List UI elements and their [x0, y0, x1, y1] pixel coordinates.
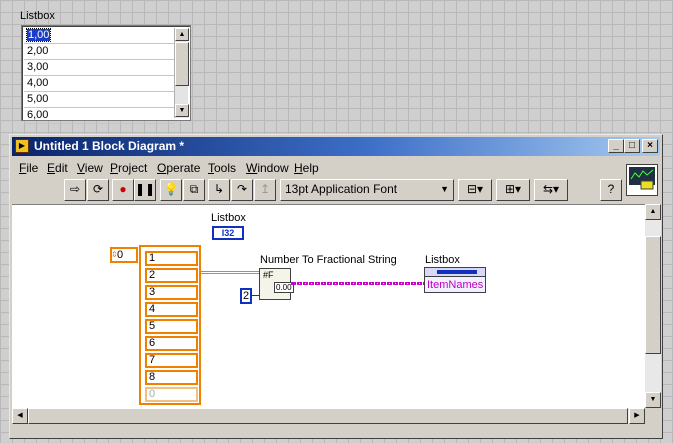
- step-into-icon[interactable]: ↳: [208, 179, 230, 201]
- array-element[interactable]: 8: [145, 370, 198, 385]
- format-icon: #F: [263, 270, 274, 280]
- scroll-down-arrow-icon[interactable]: ▼: [175, 104, 189, 117]
- listbox-item[interactable]: 3,00: [24, 60, 174, 76]
- scroll-thumb[interactable]: [175, 42, 189, 86]
- menu-bar: File Edit View Project Operate Tools Win…: [12, 158, 622, 176]
- vi-connector-icon[interactable]: [626, 164, 658, 196]
- listbox-item[interactable]: 4,00: [24, 76, 174, 92]
- number-to-fractional-string-node[interactable]: #F 0.00: [259, 268, 294, 300]
- run-continuously-icon[interactable]: ⟳: [87, 179, 109, 201]
- array-element[interactable]: 6: [145, 336, 198, 351]
- vertical-scroll-thumb[interactable]: [645, 236, 661, 354]
- menu-project[interactable]: Project: [110, 161, 147, 175]
- vertical-scrollbar[interactable]: ▲ ▼: [645, 204, 661, 408]
- close-button[interactable]: ×: [642, 139, 658, 153]
- menu-tools[interactable]: Tools: [208, 161, 236, 175]
- abort-icon[interactable]: ●: [112, 179, 134, 201]
- step-over-icon[interactable]: ↷: [231, 179, 253, 201]
- maximize-button[interactable]: □: [624, 139, 640, 153]
- horizontal-scrollbar[interactable]: ◀ ▶: [12, 408, 645, 424]
- scroll-left-arrow-icon[interactable]: ◀: [12, 408, 28, 424]
- reorder-icon[interactable]: ⇆▾: [534, 179, 568, 201]
- precision-wire[interactable]: [252, 295, 260, 296]
- menu-view[interactable]: View: [77, 161, 103, 175]
- window-titlebar[interactable]: ▶ Untitled 1 Block Diagram * _ □ ×: [12, 137, 660, 156]
- pause-icon[interactable]: ❚❚: [134, 179, 156, 201]
- array-wire[interactable]: [201, 271, 259, 274]
- scroll-up-arrow-icon[interactable]: ▲: [645, 204, 661, 220]
- block-diagram-window: ▶ Untitled 1 Block Diagram * _ □ × File …: [9, 134, 663, 439]
- listbox-terminal[interactable]: I32: [212, 226, 244, 240]
- font-dropdown[interactable]: 13pt Application Font ▼: [280, 179, 454, 201]
- array-element[interactable]: 2: [145, 268, 198, 283]
- listbox-terminal-label: Listbox: [211, 212, 246, 224]
- menu-edit[interactable]: Edit: [47, 161, 68, 175]
- help-icon[interactable]: ?: [600, 179, 622, 201]
- function-label: Number To Fractional String: [260, 254, 397, 266]
- listbox-control[interactable]: 1,00 2,00 3,00 4,00 5,00 6,00 ▲ ▼: [21, 25, 191, 124]
- listbox-item[interactable]: 1,00: [24, 28, 174, 44]
- retain-wire-values-icon[interactable]: ⧉: [183, 179, 205, 201]
- property-item-names[interactable]: ItemNames: [427, 279, 483, 291]
- scroll-down-arrow-icon[interactable]: ▼: [645, 392, 661, 408]
- array-constant[interactable]: 1 2 3 4 5 6 7 8 0: [139, 245, 201, 405]
- array-element[interactable]: 4: [145, 302, 198, 317]
- toolbar: ⇨ ⟳ ● ❚❚ 💡 ⧉ ↳ ↷ ↥ 13pt Application Font…: [12, 178, 657, 204]
- property-node-header: [425, 268, 485, 277]
- highlight-execution-icon[interactable]: 💡: [160, 179, 182, 201]
- minimize-button[interactable]: _: [608, 139, 624, 153]
- array-index-display[interactable]: 0: [110, 247, 138, 263]
- array-element[interactable]: 3: [145, 285, 198, 300]
- menu-file[interactable]: File: [19, 161, 38, 175]
- chevron-down-icon: ▼: [440, 184, 449, 194]
- scroll-right-arrow-icon[interactable]: ▶: [629, 408, 645, 424]
- array-element[interactable]: 1: [145, 251, 198, 266]
- array-element[interactable]: 7: [145, 353, 198, 368]
- listbox-scrollbar[interactable]: ▲ ▼: [174, 28, 189, 118]
- listbox-label: Listbox: [20, 10, 55, 22]
- distribute-icon[interactable]: ⊞▾: [496, 179, 530, 201]
- align-icon[interactable]: ⊟▾: [458, 179, 492, 201]
- step-out-icon[interactable]: ↥: [254, 179, 276, 201]
- menu-window[interactable]: Window: [246, 161, 289, 175]
- listbox-item[interactable]: 6,00: [24, 108, 174, 124]
- menu-operate[interactable]: Operate: [157, 161, 200, 175]
- property-node[interactable]: ItemNames: [424, 267, 486, 293]
- property-node-label: Listbox: [425, 254, 460, 266]
- labview-app-icon: ▶: [15, 139, 29, 153]
- horizontal-scroll-thumb[interactable]: [28, 408, 628, 424]
- menu-help[interactable]: Help: [294, 161, 319, 175]
- resize-grip[interactable]: [645, 408, 661, 424]
- precision-constant[interactable]: 2: [240, 288, 252, 304]
- diagram-canvas[interactable]: Listbox I32 0 1 2 3 4 5 6 7 8 0 Number T…: [12, 204, 645, 408]
- array-element[interactable]: 5: [145, 319, 198, 334]
- window-title: Untitled 1 Block Diagram *: [34, 139, 185, 153]
- listbox-items: 1,00 2,00 3,00 4,00 5,00 6,00: [24, 28, 174, 124]
- string-array-wire[interactable]: [291, 282, 426, 285]
- listbox-item[interactable]: 5,00: [24, 92, 174, 108]
- run-arrow-icon[interactable]: ⇨: [64, 179, 86, 201]
- listbox-item[interactable]: 2,00: [24, 44, 174, 60]
- scroll-up-arrow-icon[interactable]: ▲: [175, 28, 189, 41]
- array-element-empty[interactable]: 0: [145, 387, 198, 402]
